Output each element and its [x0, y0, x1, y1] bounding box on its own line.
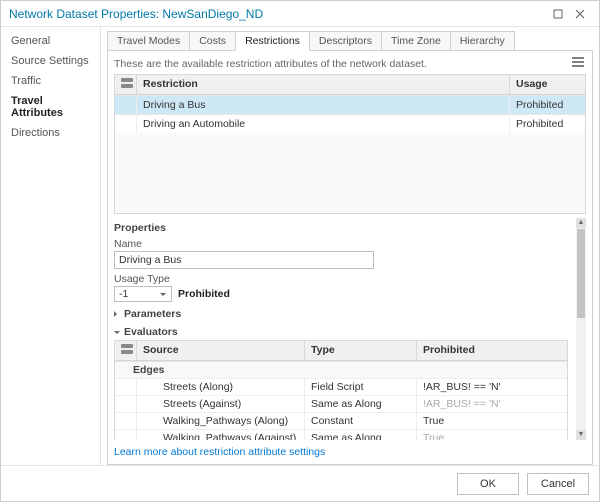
evaluator-value: !AR_BUS! == 'N' — [417, 396, 567, 412]
parameters-label: Parameters — [124, 308, 181, 320]
tab-restrictions[interactable]: Restrictions — [235, 31, 310, 51]
restrictions-header: Restriction Usage — [115, 75, 585, 95]
dialog-footer: OK Cancel — [1, 465, 599, 501]
usage-type-label: Usage Type — [114, 273, 568, 285]
col-value[interactable]: Prohibited — [417, 341, 567, 360]
sidebar-item-directions[interactable]: Directions — [1, 123, 100, 143]
main-panel: Travel Modes Costs Restrictions Descript… — [101, 27, 599, 465]
restriction-row-icon — [115, 115, 137, 133]
evaluators-header-icon — [115, 341, 137, 360]
properties-area: Properties Name Usage Type -1 Prohibited… — [114, 218, 586, 440]
ok-button[interactable]: OK — [457, 473, 519, 495]
col-source[interactable]: Source — [137, 341, 305, 360]
sidebar: General Source Settings Traffic Travel A… — [1, 27, 101, 465]
scroll-down-icon[interactable]: ▼ — [576, 430, 586, 440]
evaluator-value: True — [417, 413, 567, 429]
close-icon[interactable] — [569, 5, 591, 23]
tab-hierarchy[interactable]: Hierarchy — [450, 31, 515, 51]
usage-text: Prohibited — [178, 288, 230, 300]
evaluator-type: Same as Along — [305, 430, 417, 440]
restriction-row[interactable]: Driving an Automobile Prohibited — [115, 114, 585, 133]
dialog-body: General Source Settings Traffic Travel A… — [1, 27, 599, 465]
evaluators-header: Source Type Prohibited — [115, 341, 567, 361]
group-edges[interactable]: Edges — [115, 361, 567, 378]
sidebar-item-source-settings[interactable]: Source Settings — [1, 51, 100, 71]
evaluator-source: Streets (Along) — [137, 379, 305, 395]
restriction-row-icon — [115, 96, 137, 114]
tab-content: These are the available restriction attr… — [107, 50, 593, 465]
sidebar-item-travel-attributes[interactable]: Travel Attributes — [1, 91, 100, 123]
scrollbar-track[interactable] — [576, 319, 586, 430]
properties-scroll: Properties Name Usage Type -1 Prohibited… — [114, 218, 576, 440]
evaluator-row[interactable]: Streets (Against) Same as Along !AR_BUS!… — [115, 395, 567, 412]
name-label: Name — [114, 238, 568, 250]
menu-icon[interactable] — [570, 57, 586, 70]
tab-time-zone[interactable]: Time Zone — [381, 31, 451, 51]
col-type[interactable]: Type — [305, 341, 417, 360]
sidebar-item-general[interactable]: General — [1, 31, 100, 51]
restriction-usage: Prohibited — [510, 96, 585, 114]
dialog-window: Network Dataset Properties: NewSanDiego_… — [0, 0, 600, 502]
intro-row: These are the available restriction attr… — [114, 55, 586, 74]
restriction-usage: Prohibited — [510, 115, 585, 133]
chevron-right-icon — [114, 311, 120, 317]
evaluator-source: Streets (Against) — [137, 396, 305, 412]
group-edges-label: Edges — [133, 364, 165, 376]
restrictions-grid-filler — [115, 133, 585, 213]
col-usage[interactable]: Usage — [510, 75, 585, 94]
evaluator-value: True — [417, 430, 567, 440]
title-bar: Network Dataset Properties: NewSanDiego_… — [1, 1, 599, 27]
properties-scrollbar[interactable]: ▲ ▼ — [576, 218, 586, 440]
cancel-button[interactable]: Cancel — [527, 473, 589, 495]
restriction-name: Driving an Automobile — [137, 115, 510, 133]
evaluator-source: Walking_Pathways (Along) — [137, 413, 305, 429]
properties-title: Properties — [114, 222, 568, 234]
chevron-down-icon — [114, 331, 120, 337]
tab-costs[interactable]: Costs — [189, 31, 236, 51]
window-title: Network Dataset Properties: NewSanDiego_… — [9, 7, 547, 21]
restrictions-header-icon — [115, 75, 137, 94]
tab-travel-modes[interactable]: Travel Modes — [107, 31, 190, 51]
parameters-section-header[interactable]: Parameters — [114, 308, 568, 320]
evaluators-section-header[interactable]: Evaluators — [114, 326, 568, 338]
tab-strip: Travel Modes Costs Restrictions Descript… — [107, 31, 593, 51]
scroll-up-icon[interactable]: ▲ — [576, 218, 586, 228]
evaluator-type: Same as Along — [305, 396, 417, 412]
restore-icon[interactable] — [547, 5, 569, 23]
evaluators-label: Evaluators — [124, 326, 178, 338]
scrollbar-thumb[interactable] — [577, 229, 585, 318]
evaluator-row[interactable]: Walking_Pathways (Along) Constant True — [115, 412, 567, 429]
evaluator-row[interactable]: Streets (Along) Field Script !AR_BUS! ==… — [115, 378, 567, 395]
usage-value-select[interactable]: -1 — [114, 286, 172, 302]
tab-descriptors[interactable]: Descriptors — [309, 31, 382, 51]
name-input[interactable] — [114, 251, 374, 269]
evaluator-type: Constant — [305, 413, 417, 429]
sidebar-item-traffic[interactable]: Traffic — [1, 71, 100, 91]
evaluator-value: !AR_BUS! == 'N' — [417, 379, 567, 395]
evaluator-row[interactable]: Walking_Pathways (Against) Same as Along… — [115, 429, 567, 440]
learn-more-link[interactable]: Learn more about restriction attribute s… — [114, 446, 586, 458]
intro-text: These are the available restriction attr… — [114, 58, 427, 70]
restriction-name: Driving a Bus — [137, 96, 510, 114]
col-restriction[interactable]: Restriction — [137, 75, 510, 94]
restriction-row[interactable]: Driving a Bus Prohibited — [115, 95, 585, 114]
evaluator-type: Field Script — [305, 379, 417, 395]
evaluators-grid: Source Type Prohibited Edges Streets (Al… — [114, 340, 568, 440]
evaluator-source: Walking_Pathways (Against) — [137, 430, 305, 440]
restrictions-grid: Restriction Usage Driving a Bus Prohibit… — [114, 74, 586, 214]
